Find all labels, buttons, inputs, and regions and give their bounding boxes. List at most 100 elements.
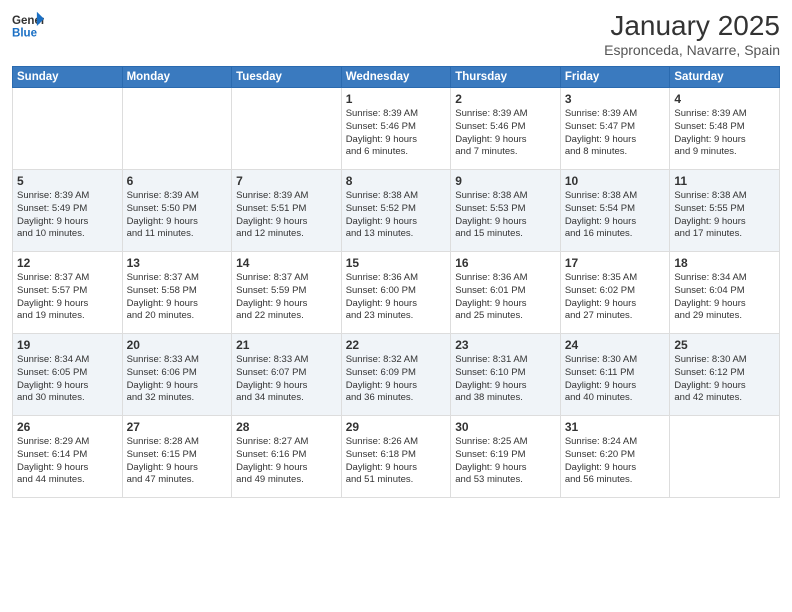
calendar-cell: 1Sunrise: 8:39 AM Sunset: 5:46 PM Daylig…: [341, 88, 451, 170]
calendar-cell: 9Sunrise: 8:38 AM Sunset: 5:53 PM Daylig…: [451, 170, 561, 252]
day-info: Sunrise: 8:38 AM Sunset: 5:55 PM Dayligh…: [674, 190, 775, 241]
calendar-cell: 3 Sunrise: 8:39 AM Sunset: 5:47 PM Daylig…: [560, 88, 670, 170]
day-number: 4: [674, 92, 775, 106]
day-number: 3: [565, 92, 666, 106]
calendar-cell: 7 Sunrise: 8:39 AM Sunset: 5:51 PM Daylig…: [232, 170, 342, 252]
day-info: Sunrise: 8:39 AM Sunset: 5:49 PM Dayligh…: [17, 190, 118, 241]
day-number: 21: [236, 338, 337, 352]
day-number: 7: [236, 174, 337, 188]
day-number: 25: [674, 338, 775, 352]
day-number: 2: [455, 92, 556, 106]
day-info: Sunrise: 8:27 AM Sunset: 6:16 PM Dayligh…: [236, 436, 337, 487]
day-info: Sunrise: 8:24 AM Sunset: 6:20 PM Dayligh…: [565, 436, 666, 487]
header-day-friday: Friday: [560, 67, 670, 88]
day-number: 22: [346, 338, 447, 352]
day-info: Sunrise: 8:30 AM Sunset: 6:11 PM Dayligh…: [565, 354, 666, 405]
day-info: Sunrise: 8:33 AM Sunset: 6:07 PM Dayligh…: [236, 354, 337, 405]
day-number: 20: [127, 338, 228, 352]
day-info: Sunrise: 8:31 AM Sunset: 6:10 PM Dayligh…: [455, 354, 556, 405]
header-day-tuesday: Tuesday: [232, 67, 342, 88]
week-row-5: 26 Sunrise: 8:29 AM Sunset: 6:14 PM Dayli…: [13, 416, 780, 498]
day-number: 29: [346, 420, 447, 434]
calendar-cell: 20 Sunrise: 8:33 AM Sunset: 6:06 PM Dayli…: [122, 334, 232, 416]
day-number: 5: [17, 174, 118, 188]
calendar-cell: 14Sunrise: 8:37 AM Sunset: 5:59 PM Dayli…: [232, 252, 342, 334]
calendar-cell: 16Sunrise: 8:36 AM Sunset: 6:01 PM Dayli…: [451, 252, 561, 334]
day-number: 26: [17, 420, 118, 434]
calendar-cell: 26 Sunrise: 8:29 AM Sunset: 6:14 PM Dayli…: [13, 416, 123, 498]
calendar-cell: [122, 88, 232, 170]
page-container: General Blue January 2025 Espronceda, Na…: [0, 0, 792, 612]
day-number: 12: [17, 256, 118, 270]
day-info: Sunrise: 8:39 AM Sunset: 5:46 PM Dayligh…: [455, 108, 556, 159]
header-day-saturday: Saturday: [670, 67, 780, 88]
day-info: Sunrise: 8:39 AM Sunset: 5:47 PM Dayligh…: [565, 108, 666, 159]
week-row-2: 5 Sunrise: 8:39 AM Sunset: 5:49 PM Daylig…: [13, 170, 780, 252]
calendar-cell: 27Sunrise: 8:28 AM Sunset: 6:15 PM Dayli…: [122, 416, 232, 498]
week-row-4: 19 Sunrise: 8:34 AM Sunset: 6:05 PM Dayli…: [13, 334, 780, 416]
day-number: 27: [127, 420, 228, 434]
day-info: Sunrise: 8:29 AM Sunset: 6:14 PM Dayligh…: [17, 436, 118, 487]
calendar-cell: 15 Sunrise: 8:36 AM Sunset: 6:00 PM Dayli…: [341, 252, 451, 334]
day-number: 16: [455, 256, 556, 270]
day-number: 11: [674, 174, 775, 188]
day-info: Sunrise: 8:39 AM Sunset: 5:48 PM Dayligh…: [674, 108, 775, 159]
day-info: Sunrise: 8:39 AM Sunset: 5:50 PM Dayligh…: [127, 190, 228, 241]
day-number: 24: [565, 338, 666, 352]
day-info: Sunrise: 8:37 AM Sunset: 5:57 PM Dayligh…: [17, 272, 118, 323]
day-number: 8: [346, 174, 447, 188]
logo: General Blue: [12, 10, 44, 42]
day-number: 6: [127, 174, 228, 188]
calendar-cell: 23Sunrise: 8:31 AM Sunset: 6:10 PM Dayli…: [451, 334, 561, 416]
calendar-cell: 10 Sunrise: 8:38 AM Sunset: 5:54 PM Dayli…: [560, 170, 670, 252]
calendar-cell: 5 Sunrise: 8:39 AM Sunset: 5:49 PM Daylig…: [13, 170, 123, 252]
calendar-cell: 6 Sunrise: 8:39 AM Sunset: 5:50 PM Daylig…: [122, 170, 232, 252]
header-day-monday: Monday: [122, 67, 232, 88]
calendar-cell: 4 Sunrise: 8:39 AM Sunset: 5:48 PM Daylig…: [670, 88, 780, 170]
svg-text:Blue: Blue: [12, 28, 38, 40]
calendar-cell: 25 Sunrise: 8:30 AM Sunset: 6:12 PM Dayli…: [670, 334, 780, 416]
day-number: 17: [565, 256, 666, 270]
week-row-3: 12 Sunrise: 8:37 AM Sunset: 5:57 PM Dayli…: [13, 252, 780, 334]
day-number: 14: [236, 256, 337, 270]
day-info: Sunrise: 8:30 AM Sunset: 6:12 PM Dayligh…: [674, 354, 775, 405]
day-number: 9: [455, 174, 556, 188]
day-number: 19: [17, 338, 118, 352]
day-number: 28: [236, 420, 337, 434]
day-info: Sunrise: 8:33 AM Sunset: 6:06 PM Dayligh…: [127, 354, 228, 405]
calendar-cell: 30Sunrise: 8:25 AM Sunset: 6:19 PM Dayli…: [451, 416, 561, 498]
header-row: SundayMondayTuesdayWednesdayThursdayFrid…: [13, 67, 780, 88]
day-info: Sunrise: 8:25 AM Sunset: 6:19 PM Dayligh…: [455, 436, 556, 487]
day-info: Sunrise: 8:39 AM Sunset: 5:51 PM Dayligh…: [236, 190, 337, 241]
day-number: 10: [565, 174, 666, 188]
calendar-cell: [670, 416, 780, 498]
calendar-cell: 17Sunrise: 8:35 AM Sunset: 6:02 PM Dayli…: [560, 252, 670, 334]
calendar-cell: 31Sunrise: 8:24 AM Sunset: 6:20 PM Dayli…: [560, 416, 670, 498]
calendar-cell: 18 Sunrise: 8:34 AM Sunset: 6:04 PM Dayli…: [670, 252, 780, 334]
header-day-sunday: Sunday: [13, 67, 123, 88]
calendar-cell: 12 Sunrise: 8:37 AM Sunset: 5:57 PM Dayli…: [13, 252, 123, 334]
day-info: Sunrise: 8:32 AM Sunset: 6:09 PM Dayligh…: [346, 354, 447, 405]
day-info: Sunrise: 8:38 AM Sunset: 5:54 PM Dayligh…: [565, 190, 666, 241]
calendar-cell: [232, 88, 342, 170]
calendar-cell: [13, 88, 123, 170]
calendar-cell: 13Sunrise: 8:37 AM Sunset: 5:58 PM Dayli…: [122, 252, 232, 334]
calendar-cell: 28 Sunrise: 8:27 AM Sunset: 6:16 PM Dayli…: [232, 416, 342, 498]
day-info: Sunrise: 8:38 AM Sunset: 5:52 PM Dayligh…: [346, 190, 447, 241]
calendar-cell: 11 Sunrise: 8:38 AM Sunset: 5:55 PM Dayli…: [670, 170, 780, 252]
day-info: Sunrise: 8:36 AM Sunset: 6:00 PM Dayligh…: [346, 272, 447, 323]
calendar-cell: 21 Sunrise: 8:33 AM Sunset: 6:07 PM Dayli…: [232, 334, 342, 416]
day-info: Sunrise: 8:39 AM Sunset: 5:46 PM Dayligh…: [346, 108, 447, 159]
logo-icon: General Blue: [12, 10, 44, 42]
day-number: 15: [346, 256, 447, 270]
header-day-wednesday: Wednesday: [341, 67, 451, 88]
month-title: January 2025: [604, 10, 780, 42]
day-info: Sunrise: 8:37 AM Sunset: 5:58 PM Dayligh…: [127, 272, 228, 323]
header: General Blue January 2025 Espronceda, Na…: [12, 10, 780, 58]
calendar-cell: 22 Sunrise: 8:32 AM Sunset: 6:09 PM Dayli…: [341, 334, 451, 416]
day-info: Sunrise: 8:34 AM Sunset: 6:04 PM Dayligh…: [674, 272, 775, 323]
calendar-cell: 19 Sunrise: 8:34 AM Sunset: 6:05 PM Dayli…: [13, 334, 123, 416]
calendar-cell: 8 Sunrise: 8:38 AM Sunset: 5:52 PM Daylig…: [341, 170, 451, 252]
day-info: Sunrise: 8:34 AM Sunset: 6:05 PM Dayligh…: [17, 354, 118, 405]
day-number: 18: [674, 256, 775, 270]
